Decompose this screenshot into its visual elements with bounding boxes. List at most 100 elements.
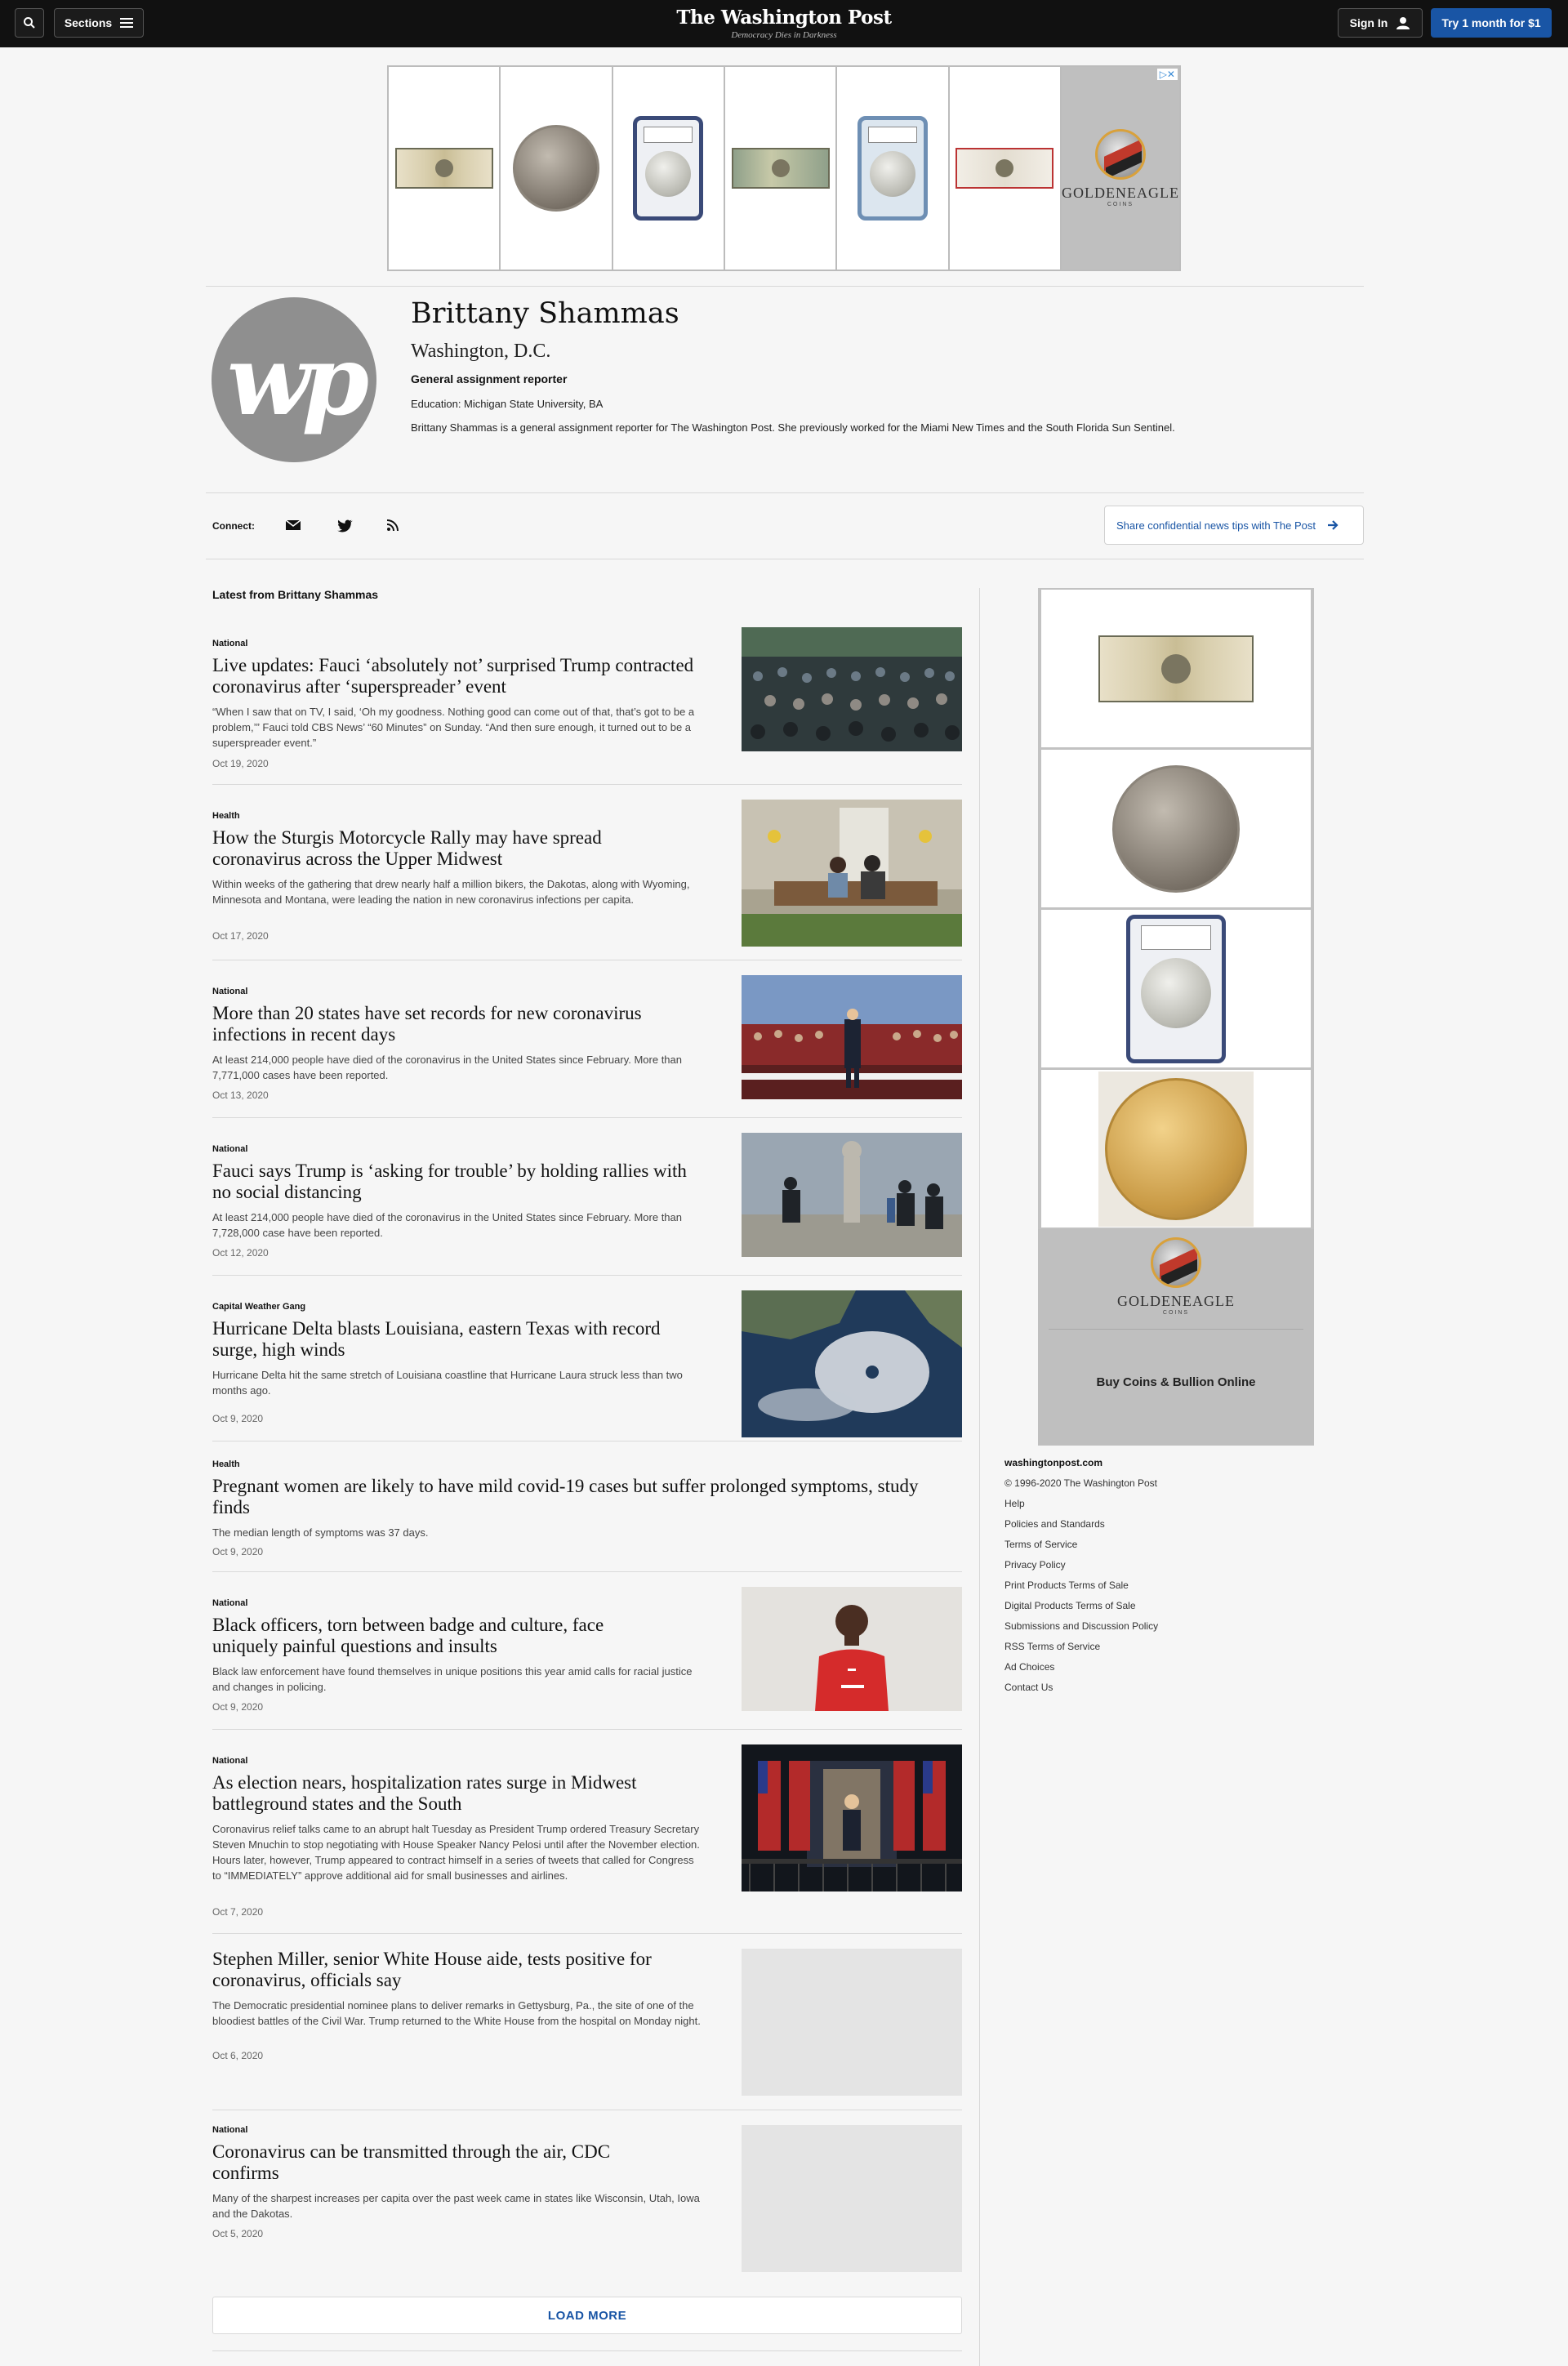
rss-icon[interactable] <box>384 516 402 534</box>
top-navigation-bar: Sections The Washington Post Democracy D… <box>0 0 1568 47</box>
ad-tile-banknote[interactable] <box>389 67 501 270</box>
ad-tile-coin[interactable] <box>1040 748 1312 909</box>
article-date: Oct 9, 2020 <box>212 1546 264 1557</box>
article-kicker[interactable]: National <box>212 639 247 648</box>
author-education: Education: Michigan State University, BA <box>411 398 604 410</box>
twitter-icon[interactable] <box>336 516 354 534</box>
article-card[interactable]: National Black officers, torn between ba… <box>212 1572 962 1730</box>
subscribe-button[interactable]: Try 1 month for $1 <box>1431 8 1552 38</box>
article-blurb: Hurricane Delta hit the same stretch of … <box>212 1369 683 1397</box>
ad-brand-tile[interactable]: GOLDENEAGLE COINS <box>1061 67 1179 270</box>
article-card[interactable]: National Fauci says Trump is ‘asking for… <box>212 1118 962 1276</box>
author-bio: Brittany Shammas is a general assignment… <box>411 421 1175 434</box>
banknote-image <box>956 148 1054 189</box>
ad-tile-banknote-green[interactable] <box>724 67 838 270</box>
graded-coin-image <box>633 116 704 221</box>
masthead[interactable]: The Washington Post Democracy Dies in Da… <box>0 7 1568 40</box>
footer-link-terms[interactable]: Terms of Service <box>1004 1539 1158 1559</box>
article-headline[interactable]: Fauci says Trump is ‘asking for trouble’… <box>212 1161 702 1203</box>
adchoices-icon[interactable]: ▷✕ <box>1156 69 1178 80</box>
article-headline[interactable]: More than 20 states have set records for… <box>212 1003 702 1045</box>
footer-link-privacy[interactable]: Privacy Policy <box>1004 1559 1158 1580</box>
banknote-image <box>394 148 493 189</box>
article-thumbnail[interactable] <box>742 1587 962 1711</box>
article-card[interactable]: Health How the Sturgis Motorcycle Rally … <box>212 785 962 960</box>
footer-copyright: © 1996-2020 The Washington Post <box>1004 1477 1157 1489</box>
footer-link-ad-choices[interactable]: Ad Choices <box>1004 1661 1158 1682</box>
article-kicker[interactable]: National <box>212 1598 247 1608</box>
latest-heading: Latest from Brittany Shammas <box>212 588 379 601</box>
article-headline[interactable]: Live updates: Fauci ‘absolutely not’ sur… <box>212 655 694 697</box>
article-headline[interactable]: Stephen Miller, senior White House aide,… <box>212 1949 702 1991</box>
column-divider <box>979 588 980 2366</box>
banknote-image <box>731 148 830 189</box>
ad-brand-block[interactable]: GOLDENEAGLE COINS Buy Coins & Bullion On… <box>1038 1229 1314 1446</box>
article-blurb: Coronavirus relief talks came to an abru… <box>212 1823 700 1882</box>
ad-tile-slab[interactable] <box>1040 908 1312 1069</box>
article-thumbnail-placeholder[interactable] <box>742 1949 962 2096</box>
golden-eagle-logo-icon <box>1151 1237 1201 1288</box>
ad-tile-banknote[interactable] <box>1040 588 1312 749</box>
article-headline[interactable]: As election nears, hospitalization rates… <box>212 1772 702 1815</box>
article-card[interactable]: Capital Weather Gang Hurricane Delta bla… <box>212 1276 962 1441</box>
footer-link-submissions[interactable]: Submissions and Discussion Policy <box>1004 1620 1158 1641</box>
footer-link-rss-terms[interactable]: RSS Terms of Service <box>1004 1641 1158 1661</box>
article-card[interactable]: National More than 20 states have set re… <box>212 960 962 1118</box>
news-tips-button[interactable]: Share confidential news tips with The Po… <box>1104 506 1364 545</box>
ad-tile-slab-blue[interactable] <box>837 67 950 270</box>
article-thumbnail[interactable] <box>742 1744 962 1891</box>
article-headline[interactable]: Pregnant women are likely to have mild c… <box>212 1476 947 1518</box>
article-thumbnail-placeholder[interactable] <box>742 2125 962 2272</box>
article-card[interactable]: National Live updates: Fauci ‘absolutely… <box>212 627 962 785</box>
article-thumbnail[interactable] <box>742 1290 962 1437</box>
article-blurb: Within weeks of the gathering that drew … <box>212 878 690 906</box>
article-headline[interactable]: Hurricane Delta blasts Louisiana, easter… <box>212 1318 686 1361</box>
article-thumbnail[interactable] <box>742 627 962 751</box>
article-kicker[interactable]: Capital Weather Gang <box>212 1302 305 1312</box>
article-thumbnail[interactable] <box>742 1133 962 1257</box>
coin-image <box>1112 764 1240 893</box>
top-banner-ad[interactable]: GOLDENEAGLE COINS ▷✕ <box>387 65 1181 271</box>
divider <box>1049 1329 1303 1330</box>
article-kicker[interactable]: National <box>212 2125 247 2135</box>
article-card[interactable]: National Coronavirus can be transmitted … <box>212 2110 962 2284</box>
article-thumbnail[interactable] <box>742 975 962 1099</box>
article-headline[interactable]: Black officers, torn between badge and c… <box>212 1615 670 1657</box>
ad-tile-coin[interactable] <box>501 67 613 270</box>
sign-in-button[interactable]: Sign In <box>1338 8 1423 38</box>
author-avatar: wp <box>212 297 376 462</box>
article-card[interactable]: Stephen Miller, senior White House aide,… <box>212 1934 962 2110</box>
sidebar-ad[interactable]: ▷✕ GOLDENEAGLE COINS Buy Coins & Bullion… <box>1038 588 1314 1446</box>
article-headline[interactable]: How the Sturgis Motorcycle Rally may hav… <box>212 827 670 870</box>
article-thumbnail[interactable] <box>742 800 962 947</box>
site-logo[interactable]: The Washington Post <box>0 7 1568 29</box>
footer-link-digital-terms[interactable]: Digital Products Terms of Sale <box>1004 1600 1158 1620</box>
article-kicker[interactable]: Health <box>212 1459 240 1469</box>
article-kicker[interactable]: National <box>212 987 247 996</box>
article-kicker[interactable]: Health <box>212 811 240 821</box>
footer-link-help[interactable]: Help <box>1004 1498 1158 1518</box>
footer-site[interactable]: washingtonpost.com <box>1004 1457 1158 1477</box>
article-card[interactable]: National As election nears, hospitalizat… <box>212 1730 962 1934</box>
article-kicker[interactable]: National <box>212 1144 247 1154</box>
article-headline[interactable]: Coronavirus can be transmitted through t… <box>212 2141 670 2184</box>
article-blurb: At least 214,000 people have died of the… <box>212 1054 682 1081</box>
ad-cta[interactable]: Buy Coins & Bullion Online <box>1097 1375 1256 1389</box>
article-kicker[interactable]: National <box>212 1756 247 1766</box>
ad-tile-slab[interactable] <box>612 67 725 270</box>
footer-link-policies[interactable]: Policies and Standards <box>1004 1518 1158 1539</box>
email-icon[interactable] <box>284 516 302 534</box>
ad-tile-banknote-red[interactable] <box>949 67 1062 270</box>
graded-coin-image <box>1126 914 1226 1063</box>
article-date: Oct 17, 2020 <box>212 930 269 942</box>
article-date: Oct 9, 2020 <box>212 1413 264 1424</box>
ad-tile-gold-coin[interactable] <box>1040 1068 1312 1229</box>
article-card[interactable]: Health Pregnant women are likely to have… <box>212 1441 962 1572</box>
footer-link-print-terms[interactable]: Print Products Terms of Sale <box>1004 1580 1158 1600</box>
article-blurb: Many of the sharpest increases per capit… <box>212 2192 700 2220</box>
article-blurb: The median length of symptoms was 37 day… <box>212 1526 429 1539</box>
coin-image <box>512 125 599 212</box>
load-more-button[interactable]: LOAD MORE <box>212 2297 962 2334</box>
article-blurb: At least 214,000 people have died of the… <box>212 1211 682 1239</box>
footer-link-contact[interactable]: Contact Us <box>1004 1682 1158 1702</box>
